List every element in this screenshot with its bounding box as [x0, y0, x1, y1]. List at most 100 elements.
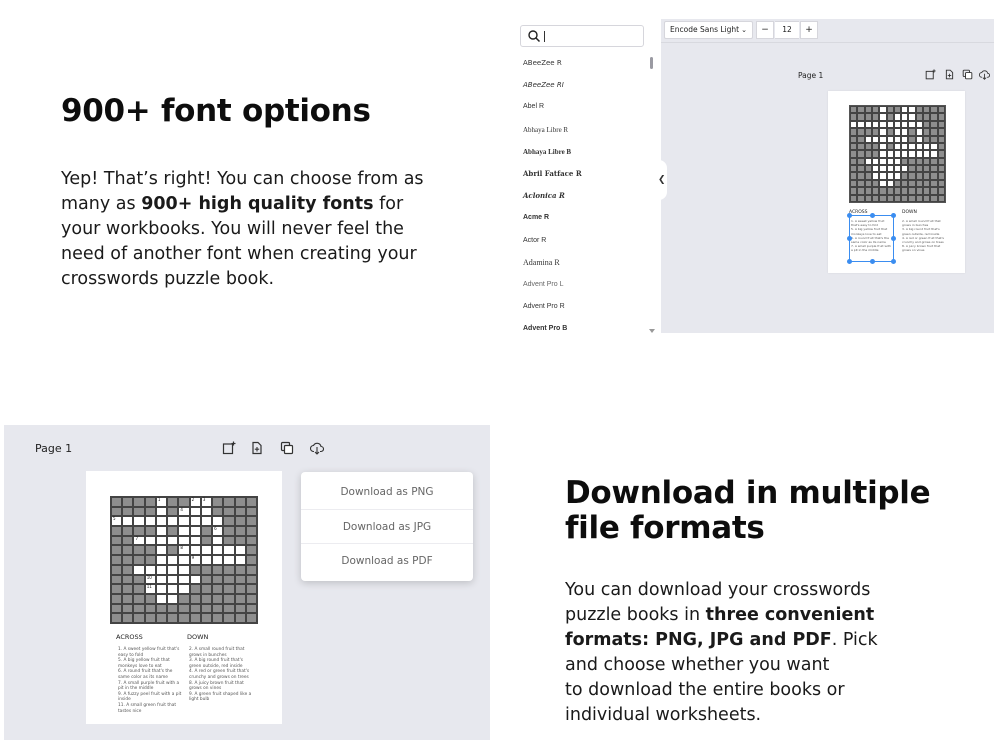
crossword-cell: [223, 564, 235, 575]
crossword-cell: [133, 545, 145, 556]
font-option[interactable]: Advent Pro B: [523, 321, 648, 333]
cell-number: 3: [202, 497, 206, 502]
cell-number: 4: [180, 506, 183, 512]
font-option[interactable]: Acme R: [523, 210, 648, 232]
resize-handle[interactable]: [847, 259, 852, 264]
page-title: Page 1: [35, 442, 73, 455]
crossword-cell: [871, 187, 880, 195]
collapse-panel-button[interactable]: ❮: [655, 160, 667, 200]
crossword-cell: [133, 526, 145, 536]
font-option[interactable]: ABeeZee RI: [523, 77, 648, 99]
increase-size-button[interactable]: +: [800, 21, 818, 39]
crossword-cell: [871, 128, 880, 136]
crossword-cell: [879, 135, 887, 143]
font-option[interactable]: ABeeZee R: [523, 55, 648, 77]
crossword-cell: [111, 584, 123, 594]
description-line: formats: PNG, JPG and PDF. Pick: [565, 628, 925, 653]
crossword-cell: [155, 516, 168, 527]
crossword-cell: [857, 113, 865, 121]
download-icon[interactable]: [310, 441, 324, 455]
font-option[interactable]: Adamina R: [523, 255, 648, 277]
duplicate-page-icon[interactable]: [962, 69, 973, 80]
crossword-cell: [871, 172, 880, 180]
font-option[interactable]: Aclonica R: [523, 188, 648, 210]
resize-handle[interactable]: [891, 213, 896, 218]
crossword-cell: [245, 564, 257, 575]
resize-handle[interactable]: [847, 236, 852, 241]
crossword-cell: [864, 113, 872, 121]
font-option[interactable]: Abel R: [523, 99, 648, 121]
font-option[interactable]: Abhaya Libre R: [523, 122, 648, 144]
crossword-cell: [212, 516, 224, 527]
worksheet-page-preview: 1 2 3 4 5 6 7 8 9 10 11 ACROSS DOWN 1. A sweet yel…: [86, 471, 282, 724]
selected-text-box[interactable]: [847, 213, 896, 264]
crossword-cell: [915, 150, 924, 158]
font-family-select[interactable]: Encode Sans Light ⌄: [664, 21, 753, 39]
crossword-cell: [155, 526, 168, 536]
decrease-size-button[interactable]: −: [756, 21, 774, 39]
crossword-cell: [234, 613, 246, 623]
crossword-cell: [879, 128, 887, 136]
add-page-icon[interactable]: [222, 441, 236, 455]
crossword-cell: [189, 613, 201, 623]
crossword-cell: [857, 135, 865, 143]
description-line: and choose whether you want: [565, 655, 830, 675]
download-png-option[interactable]: Download as PNG: [301, 475, 473, 509]
crossword-cell: [908, 106, 916, 114]
download-pdf-option[interactable]: Download as PDF: [301, 543, 473, 577]
font-option[interactable]: Abhaya Libre B: [523, 144, 648, 166]
crossword-cell: [930, 150, 938, 158]
download-menu: Download as PNG Download as JPG Download…: [301, 472, 473, 581]
download-icon[interactable]: [979, 69, 990, 80]
crossword-cell: [212, 613, 224, 623]
crossword-cell: [864, 165, 872, 173]
font-option[interactable]: Advent Pro R: [523, 299, 648, 321]
crossword-cell: [189, 526, 201, 536]
crossword-cell: [189, 535, 201, 546]
crossword-cell: [879, 142, 887, 151]
crossword-cell: [212, 593, 224, 604]
resize-handle[interactable]: [870, 259, 875, 264]
crossword-cell: [893, 187, 902, 195]
crossword-cell: [133, 613, 145, 623]
resize-handle[interactable]: [870, 213, 875, 218]
crossword-cell: [930, 128, 938, 136]
fonts-description: Yep! That’s right! You can choose from a…: [61, 167, 431, 292]
crossword-cell: [245, 535, 257, 546]
new-document-icon[interactable]: [944, 69, 955, 80]
font-size-field[interactable]: 12: [775, 21, 799, 39]
font-option[interactable]: Abril Fatface R: [523, 166, 648, 188]
crossword-cell: [857, 172, 865, 180]
crossword-cell: [144, 564, 156, 575]
crossword-cell: [245, 574, 257, 585]
crossword-cell: [122, 506, 134, 517]
crossword-cell: [937, 113, 945, 121]
crossword-cell: [857, 157, 865, 166]
crossword-cell: [111, 535, 123, 546]
crossword-cell: [879, 165, 887, 173]
font-search-input[interactable]: [520, 25, 644, 47]
resize-handle[interactable]: [891, 259, 896, 264]
scroll-down-arrow[interactable]: [649, 329, 655, 333]
fonts-description-bold: 900+ high quality fonts: [141, 194, 374, 214]
font-list: ABeeZee R ABeeZee RI Abel R Abhaya Libre RA…: [523, 55, 648, 333]
font-option[interactable]: Advent Pro L: [523, 277, 648, 299]
duplicate-page-icon[interactable]: [280, 441, 294, 455]
crossword-cell: [133, 555, 145, 565]
resize-handle[interactable]: [891, 236, 896, 241]
crossword-cell: [901, 157, 909, 166]
crossword-cell: [245, 526, 257, 536]
crossword-cell: [915, 179, 924, 188]
new-document-icon[interactable]: [250, 441, 264, 455]
scrollbar-thumb[interactable]: [650, 57, 653, 69]
download-jpg-option[interactable]: Download as JPG: [301, 509, 473, 543]
down-clues: 2. A small round fruit that grows in bun…: [902, 219, 946, 253]
resize-handle[interactable]: [847, 213, 852, 218]
crossword-cell: [200, 593, 213, 604]
crossword-cell: [930, 157, 938, 166]
font-list-scrollbar[interactable]: [649, 55, 655, 333]
add-page-icon[interactable]: [925, 69, 936, 80]
crossword-cell: [212, 535, 224, 546]
font-option[interactable]: Actor R: [523, 233, 648, 255]
crossword-cell: [155, 603, 168, 614]
